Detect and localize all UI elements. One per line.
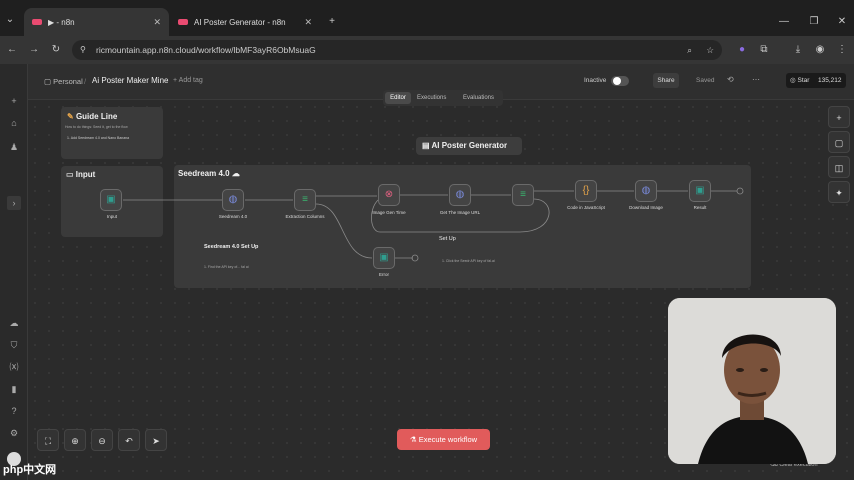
node-getimg[interactable]: ◍ (449, 184, 471, 206)
panel-toggle-button[interactable]: ◫ (828, 156, 850, 178)
execute-workflow-button[interactable]: ⚗ Execute workflow (397, 429, 490, 450)
globe-icon: ◍ (455, 189, 465, 200)
form-icon: ▣ (379, 252, 389, 263)
node-label: Code in JavaScript (567, 205, 605, 210)
fit-view-button[interactable]: ⛶ (37, 429, 59, 451)
ai-assistant-button[interactable]: ✦ (828, 181, 850, 203)
node-code[interactable]: {} (575, 180, 597, 202)
webcam-overlay (668, 298, 836, 464)
wait-icon: ⊗ (384, 189, 394, 200)
zoom-out-button[interactable]: ⊖ (91, 429, 113, 451)
node-label: Error (379, 272, 389, 277)
node-error[interactable]: ▣ (373, 247, 395, 269)
node-imgwait[interactable]: ⊗ (378, 184, 400, 206)
undo-button[interactable]: ↶ (118, 429, 140, 451)
node-label: Seedream 4.0 (218, 214, 248, 219)
node-label: Image Gen Time (372, 210, 406, 215)
form-icon: ▣ (695, 185, 705, 196)
add-node-button[interactable]: + (828, 106, 850, 128)
node-label: Download Image (629, 205, 663, 210)
code-icon: {} (582, 185, 590, 196)
presenter-video (668, 298, 836, 464)
output-handle[interactable] (736, 187, 744, 195)
node-result[interactable]: ▣ (689, 180, 711, 202)
edit-fields-icon: ≡ (520, 189, 526, 200)
flask-icon: ⚗ (409, 435, 419, 444)
execute-label: Execute workflow (418, 435, 478, 444)
form-icon: ▣ (106, 194, 116, 205)
node-label: Result (693, 205, 707, 210)
node-seedream[interactable]: ◍ (222, 189, 244, 211)
node-input[interactable]: ▣ (100, 189, 122, 211)
zoom-in-button[interactable]: ⊕ (64, 429, 86, 451)
sticky-note-button[interactable]: ▢ (828, 131, 850, 153)
pointer-tool-button[interactable]: ➤ (145, 429, 167, 451)
node-edit[interactable]: ≡ (512, 184, 534, 206)
node-extract[interactable]: ≡ (294, 189, 316, 211)
edit-fields-icon: ≡ (302, 194, 308, 205)
globe-icon: ◍ (641, 185, 651, 196)
watermark-logo: php中文网 (3, 464, 57, 476)
globe-icon: ◍ (228, 194, 238, 205)
node-label: Get The Image URL (439, 210, 481, 215)
node-label: Input (106, 214, 117, 219)
node-label: Extraction Columns (285, 214, 325, 219)
node-download[interactable]: ◍ (635, 180, 657, 202)
